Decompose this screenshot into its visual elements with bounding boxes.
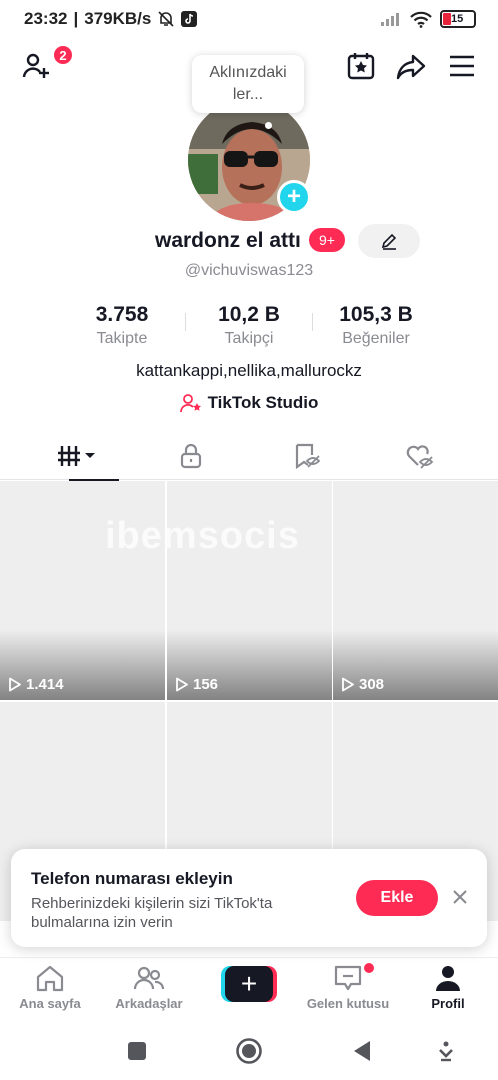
chevron-down-icon <box>439 1041 453 1062</box>
add-story-button[interactable]: + <box>277 180 311 214</box>
name-row: wardonz el attı 9+ <box>0 224 498 258</box>
status-bar: 23:32 | 379KB/s 15 <box>0 0 498 40</box>
video-tile[interactable]: 156 <box>167 481 332 700</box>
home-icon <box>36 965 64 992</box>
edit-profile-button[interactable] <box>358 224 420 258</box>
calendar-button[interactable] <box>343 48 379 84</box>
profile-handle: @vichuviswas123 <box>184 262 314 279</box>
share-profile-button[interactable] <box>393 48 429 84</box>
friends-icon <box>133 966 165 990</box>
stat-divider <box>185 313 186 331</box>
status-time: 23:32 <box>24 9 68 28</box>
profile-icon <box>436 966 460 991</box>
recents-button[interactable] <box>123 1037 151 1065</box>
system-navigation <box>0 1021 498 1080</box>
calendar-star-icon <box>347 53 375 80</box>
video-tile[interactable]: 1.414 <box>0 481 165 700</box>
lock-icon <box>180 443 202 469</box>
hamburger-menu-icon <box>450 55 474 77</box>
toast-close-button[interactable] <box>449 886 471 908</box>
nav-profile[interactable]: Profil <box>398 958 498 1022</box>
pencil-icon <box>381 233 397 250</box>
add-phone-toast: Telefon numarası ekleyin Rehberinizdeki … <box>11 849 487 947</box>
tiktok-studio-link[interactable]: TikTok Studio <box>0 393 498 413</box>
bookmark-eye-off-icon <box>295 443 321 469</box>
share-icon <box>396 54 426 80</box>
watermark: ibemsocis <box>105 515 300 557</box>
menu-button[interactable] <box>444 48 480 84</box>
bottom-navigation: Ana sayfa Arkadaşlar + Gelen kutusu Prof… <box>0 957 498 1021</box>
close-icon <box>453 890 467 904</box>
play-icon <box>9 677 21 692</box>
profile-count-badge[interactable]: 9+ <box>309 228 345 252</box>
content-tabs <box>0 432 498 481</box>
add-person-icon <box>22 53 49 78</box>
profile-stats: 3.758 Takipte 10,2 B Takipçi 105,3 B Beğ… <box>0 303 498 353</box>
keyboard-hide-button[interactable] <box>432 1037 460 1065</box>
person-star-icon <box>179 394 201 413</box>
video-view-count: 1.414 <box>26 676 64 693</box>
bubble-dot <box>265 122 272 129</box>
home-system-button[interactable] <box>235 1037 263 1065</box>
notification-count-badge: 2 <box>52 44 74 66</box>
status-network-speed: 379KB/s <box>84 9 152 28</box>
stat-following[interactable]: 3.758 Takipte <box>72 303 172 348</box>
add-friend-button[interactable]: 2 <box>18 44 74 84</box>
play-icon <box>342 677 354 692</box>
toast-body: Rehberinizdeki kişilerin sizi TikTok'ta … <box>31 895 273 931</box>
add-phone-button[interactable]: Ekle <box>356 880 438 916</box>
status-bubble[interactable]: Aklınızdaki ler... <box>192 55 304 113</box>
toast-title: Telefon numarası ekleyin <box>31 869 233 888</box>
nav-friends[interactable]: Arkadaşlar <box>99 958 199 1022</box>
tiktok-app-icon <box>181 11 198 27</box>
bell-muted-icon <box>158 11 174 27</box>
circle-icon <box>236 1038 262 1064</box>
video-view-count: 308 <box>359 676 385 693</box>
back-button[interactable] <box>348 1037 376 1065</box>
tab-reposts[interactable] <box>245 432 369 480</box>
video-tile[interactable]: 308 <box>333 481 498 700</box>
stat-likes[interactable]: 105,3 B Beğeniler <box>321 303 431 348</box>
signal-icon <box>381 13 399 26</box>
stat-divider <box>312 313 313 331</box>
wifi-icon <box>410 11 432 28</box>
profile-bio: kattankappi,nellika,mallurockz <box>136 361 362 380</box>
nav-inbox[interactable]: Gelen kutusu <box>298 958 398 1022</box>
tab-liked[interactable] <box>358 432 482 480</box>
create-video-button[interactable]: + <box>221 966 277 1002</box>
inbox-notification-dot <box>364 963 374 973</box>
back-triangle-icon <box>354 1041 370 1061</box>
inbox-icon <box>334 965 362 991</box>
battery-indicator: 15 <box>440 10 476 28</box>
play-icon <box>176 677 188 692</box>
video-view-count: 156 <box>193 676 219 693</box>
videos-grid-dropdown-icon <box>58 446 95 466</box>
profile-username: wardonz el attı <box>155 229 301 252</box>
stat-followers[interactable]: 10,2 B Takipçi <box>199 303 299 348</box>
tab-private[interactable] <box>129 432 253 480</box>
plus-icon: + <box>225 966 273 1002</box>
tab-videos[interactable] <box>16 432 140 481</box>
heart-eye-off-icon <box>406 445 434 469</box>
nav-home[interactable]: Ana sayfa <box>0 958 100 1022</box>
square-icon <box>128 1042 146 1060</box>
